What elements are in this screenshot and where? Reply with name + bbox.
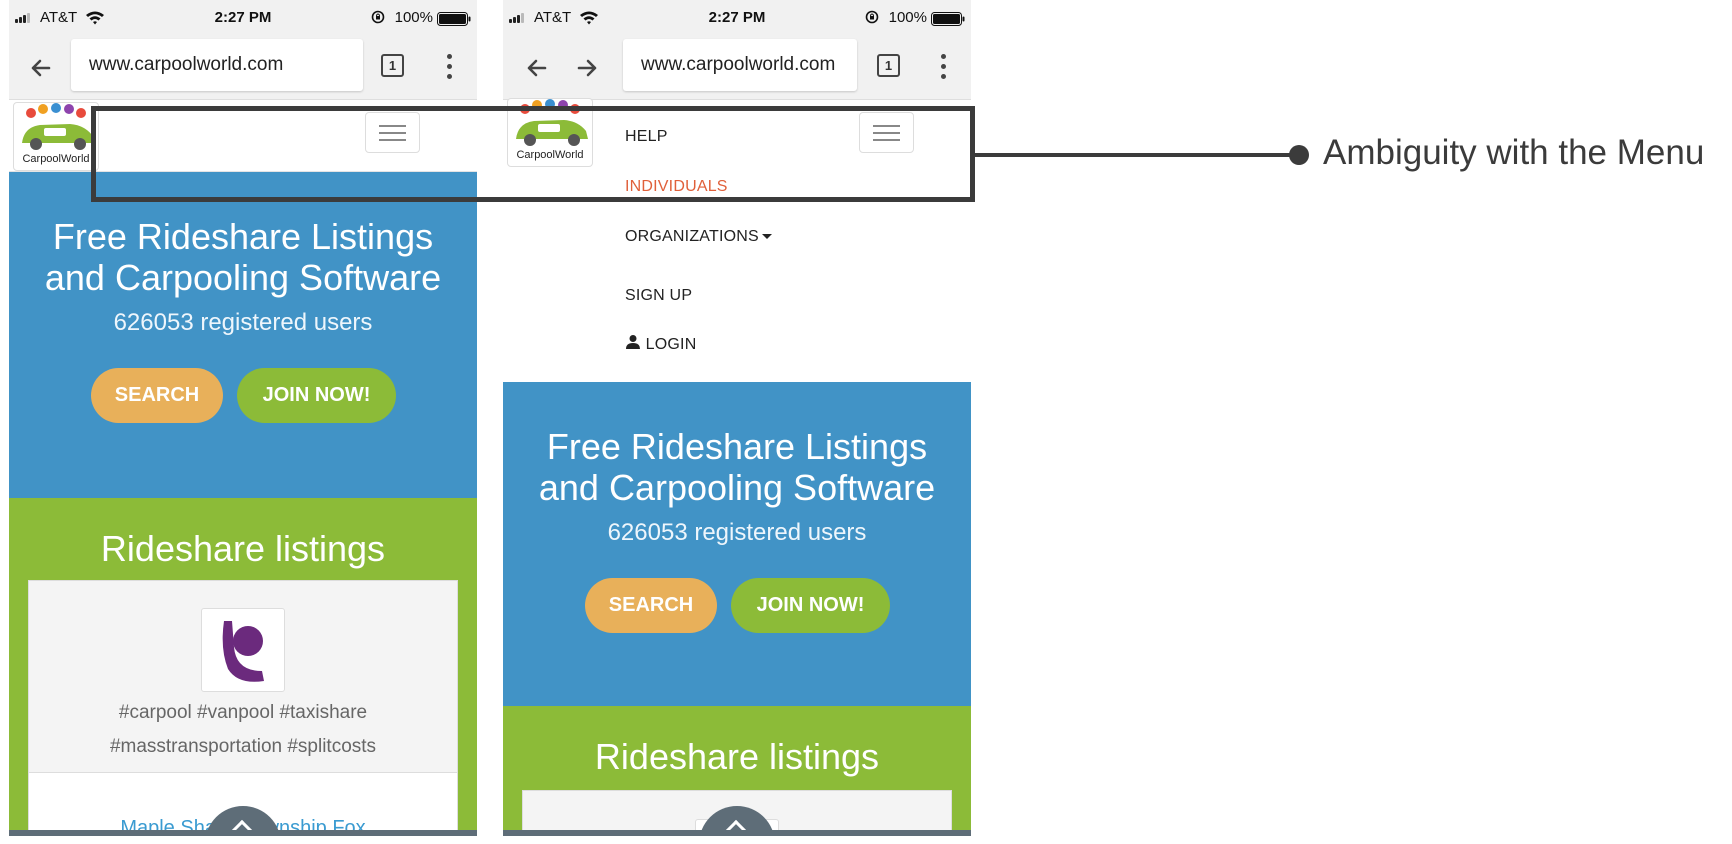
- forward-arrow-icon[interactable]: [569, 50, 605, 86]
- status-bar: AT&T 2:27 PM 100%: [9, 0, 477, 36]
- listing-card: #carpool #vanpool #taxishare #masstransp…: [28, 580, 458, 836]
- overflow-menu-icon[interactable]: [937, 52, 949, 82]
- status-bar: AT&T 2:27 PM 100%: [503, 0, 971, 36]
- hero-title: Free Rideshare Listings and Carpooling S…: [503, 426, 971, 508]
- caret-down-icon: [761, 234, 772, 240]
- battery-percent: 100%: [888, 9, 927, 26]
- menu-item-organizations[interactable]: ORGANIZATIONS: [625, 228, 772, 246]
- menu-item-login[interactable]: LOGIN: [625, 334, 696, 354]
- hero-section: Free Rideshare Listings and Carpooling S…: [9, 172, 477, 498]
- url-field[interactable]: www.carpoolworld.com: [71, 39, 363, 91]
- listings-title: Rideshare listings: [594, 736, 880, 777]
- tags-line1: #carpool #vanpool #taxishare: [118, 702, 368, 723]
- browser-toolbar: www.carpoolworld.com 1: [9, 36, 477, 100]
- menu-item-login-label: LOGIN: [645, 336, 697, 353]
- browser-toolbar: www.carpoolworld.com 1: [503, 36, 971, 100]
- hero-title-line1: Free Rideshare Listings: [52, 216, 434, 257]
- annotation-label: Ambiguity with the Menu: [1323, 133, 1705, 172]
- back-arrow-icon[interactable]: [519, 50, 555, 86]
- bottom-bar: [503, 830, 971, 836]
- battery-icon: [931, 12, 965, 26]
- annotation-callout-dot: [1289, 145, 1309, 165]
- user-icon: [626, 335, 640, 349]
- back-arrow-icon[interactable]: [23, 50, 59, 86]
- registered-users-count: 626053 registered users: [607, 519, 867, 546]
- logo-text: CarpoolWorld: [22, 153, 90, 165]
- annotation-highlight-box: [91, 106, 975, 202]
- listing-avatar: [201, 608, 285, 692]
- carpoolworld-logo[interactable]: CarpoolWorld: [13, 102, 99, 171]
- hero-section: Free Rideshare Listings and Carpooling S…: [503, 382, 971, 706]
- tags-line2: #masstransportation #splitcosts: [109, 736, 377, 757]
- battery-percent: 100%: [394, 9, 433, 26]
- search-button[interactable]: SEARCH: [585, 578, 717, 633]
- bottom-bar: [9, 830, 477, 836]
- user-avatar-icon: [222, 621, 264, 682]
- menu-item-organizations-label: ORGANIZATIONS: [625, 228, 759, 245]
- orientation-lock-icon: [865, 10, 879, 24]
- listings-title: Rideshare listings: [100, 528, 386, 569]
- url-field[interactable]: www.carpoolworld.com: [623, 39, 857, 91]
- registered-users-count: 626053 registered users: [113, 309, 373, 336]
- logo-graphic: [22, 103, 94, 150]
- tabs-icon[interactable]: 1: [381, 54, 404, 77]
- hero-title-line2: and Carpooling Software: [44, 257, 442, 298]
- hero-title-line1: Free Rideshare Listings: [546, 426, 928, 467]
- tabs-icon[interactable]: 1: [877, 54, 900, 77]
- hero-title: Free Rideshare Listings and Carpooling S…: [9, 216, 477, 298]
- rideshare-listings-section: Rideshare listings #carpool #vanpool #ta…: [9, 498, 477, 836]
- menu-item-sign-up[interactable]: SIGN UP: [625, 287, 692, 305]
- orientation-lock-icon: [371, 10, 385, 24]
- annotation-callout-line: [975, 153, 1298, 157]
- listing-tags: #carpool #vanpool #taxishare #masstransp…: [29, 696, 457, 764]
- join-now-button[interactable]: JOIN NOW!: [237, 368, 396, 423]
- join-now-button[interactable]: JOIN NOW!: [731, 578, 890, 633]
- overflow-menu-icon[interactable]: [443, 52, 455, 82]
- hero-title-line2: and Carpooling Software: [538, 467, 936, 508]
- battery-icon: [437, 12, 471, 26]
- search-button[interactable]: SEARCH: [91, 368, 223, 423]
